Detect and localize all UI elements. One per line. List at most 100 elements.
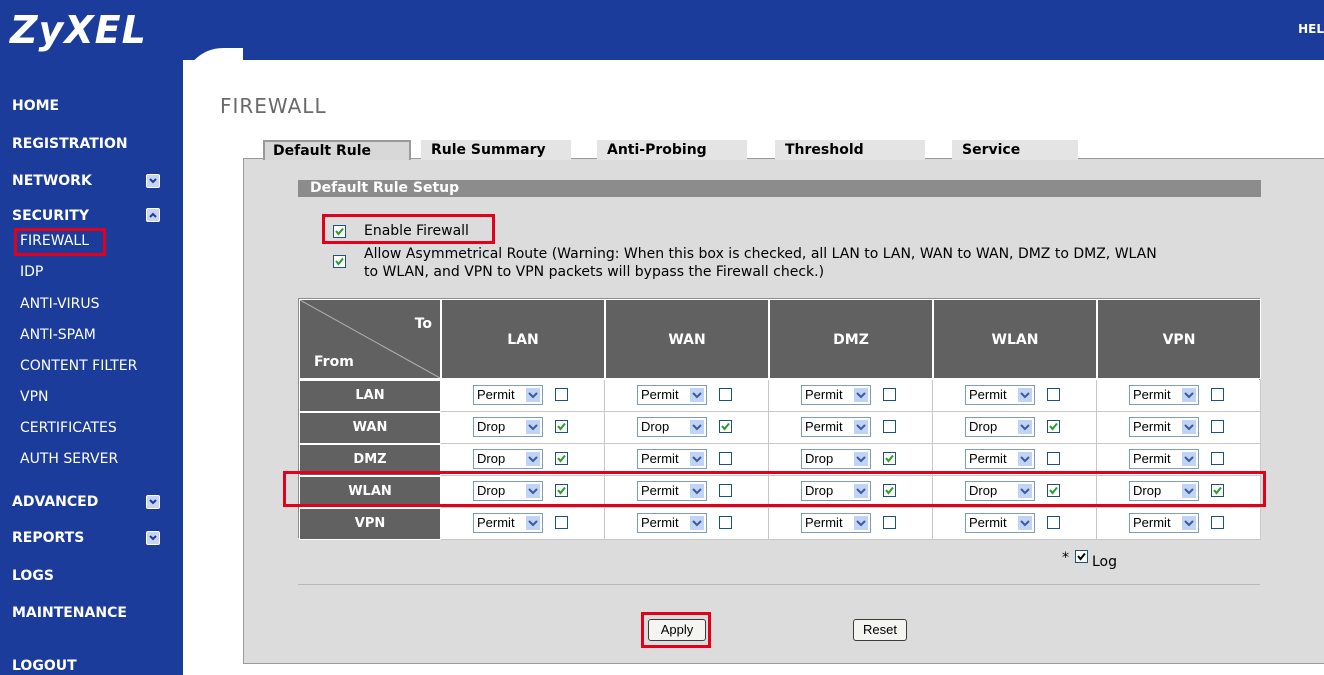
- log-rule-checkbox[interactable]: [719, 452, 732, 465]
- sidebar-item-idp[interactable]: IDP: [20, 264, 43, 280]
- sidebar-item-auth-server[interactable]: AUTH SERVER: [20, 451, 118, 467]
- action-select[interactable]: Permit: [965, 385, 1035, 405]
- action-select[interactable]: Permit: [1129, 513, 1199, 533]
- action-select[interactable]: Permit: [801, 513, 871, 533]
- chevron-down-icon[interactable]: [146, 174, 160, 188]
- log-rule-checkbox[interactable]: [1211, 452, 1224, 465]
- reset-button[interactable]: Reset: [853, 619, 907, 641]
- chevron-down-icon[interactable]: [1017, 419, 1033, 435]
- log-rule-checkbox[interactable]: [719, 388, 732, 401]
- tab-service[interactable]: Service: [952, 140, 1078, 160]
- log-rule-checkbox[interactable]: [555, 388, 568, 401]
- log-rule-checkbox[interactable]: [1211, 388, 1224, 401]
- action-select[interactable]: Permit: [637, 449, 707, 469]
- action-select[interactable]: Permit: [965, 513, 1035, 533]
- tab-rule-summary[interactable]: Rule Summary: [421, 140, 571, 160]
- chevron-down-icon[interactable]: [689, 419, 705, 435]
- action-select[interactable]: Permit: [637, 385, 707, 405]
- tab-anti-probing[interactable]: Anti-Probing: [597, 140, 747, 160]
- chevron-down-icon[interactable]: [525, 515, 541, 531]
- sidebar-item-anti-virus[interactable]: ANTI-VIRUS: [20, 296, 100, 312]
- action-select[interactable]: Drop: [637, 417, 707, 437]
- sidebar-item-certificates[interactable]: CERTIFICATES: [20, 420, 117, 436]
- sidebar-item-logs[interactable]: LOGS: [12, 568, 54, 584]
- log-rule-checkbox[interactable]: [1211, 516, 1224, 529]
- log-rule-checkbox[interactable]: [883, 388, 896, 401]
- chevron-down-icon[interactable]: [853, 387, 869, 403]
- log-checkbox[interactable]: [1075, 550, 1088, 563]
- log-label: Log: [1092, 554, 1118, 570]
- chevron-down-icon[interactable]: [1181, 419, 1197, 435]
- help-link[interactable]: HEL: [1298, 22, 1324, 36]
- chevron-down-icon[interactable]: [525, 387, 541, 403]
- chevron-down-icon[interactable]: [689, 387, 705, 403]
- action-select[interactable]: Permit: [637, 513, 707, 533]
- tab-default-rule[interactable]: Default Rule: [263, 140, 411, 160]
- log-rule-checkbox[interactable]: [555, 420, 568, 433]
- asymmetrical-route-label-line1: Allow Asymmetrical Route (Warning: When …: [364, 246, 1157, 262]
- action-select[interactable]: Permit: [1129, 449, 1199, 469]
- asymmetrical-route-checkbox[interactable]: [333, 255, 346, 268]
- chevron-down-icon[interactable]: [525, 419, 541, 435]
- action-select[interactable]: Permit: [1129, 385, 1199, 405]
- log-rule-checkbox[interactable]: [1047, 388, 1060, 401]
- tab-threshold[interactable]: Threshold: [775, 140, 925, 160]
- sidebar-item-maintenance[interactable]: MAINTENANCE: [12, 605, 127, 621]
- apply-highlight: [641, 612, 711, 648]
- action-select[interactable]: Permit: [801, 385, 871, 405]
- action-select[interactable]: Drop: [473, 417, 543, 437]
- chevron-down-icon[interactable]: [853, 451, 869, 467]
- action-select-value: Permit: [641, 451, 679, 466]
- chevron-down-icon[interactable]: [146, 495, 160, 509]
- chevron-down-icon[interactable]: [1017, 451, 1033, 467]
- chevron-down-icon[interactable]: [1017, 515, 1033, 531]
- chevron-down-icon[interactable]: [1017, 387, 1033, 403]
- action-select-value: Drop: [477, 419, 506, 434]
- wlan-row-highlight: [283, 471, 1266, 507]
- action-select-value: Permit: [477, 515, 515, 530]
- action-select[interactable]: Drop: [965, 417, 1035, 437]
- sidebar-item-content-filter[interactable]: CONTENT FILTER: [20, 358, 137, 374]
- log-rule-checkbox[interactable]: [719, 516, 732, 529]
- sidebar-item-security[interactable]: SECURITY: [12, 208, 89, 224]
- log-rule-checkbox[interactable]: [883, 420, 896, 433]
- log-rule-checkbox[interactable]: [1211, 420, 1224, 433]
- log-rule-checkbox[interactable]: [1047, 420, 1060, 433]
- chevron-down-icon[interactable]: [146, 531, 160, 545]
- action-select[interactable]: Permit: [473, 513, 543, 533]
- log-rule-checkbox[interactable]: [719, 420, 732, 433]
- chevron-down-icon[interactable]: [1181, 515, 1197, 531]
- log-rule-checkbox[interactable]: [1047, 516, 1060, 529]
- action-select-value: Permit: [1133, 419, 1171, 434]
- chevron-up-icon[interactable]: [146, 208, 160, 222]
- chevron-down-icon[interactable]: [853, 515, 869, 531]
- action-select[interactable]: Permit: [965, 449, 1035, 469]
- log-rule-checkbox[interactable]: [883, 516, 896, 529]
- sidebar-item-registration[interactable]: REGISTRATION: [12, 136, 128, 152]
- action-select[interactable]: Permit: [473, 385, 543, 405]
- chevron-down-icon[interactable]: [1181, 451, 1197, 467]
- chevron-down-icon[interactable]: [853, 419, 869, 435]
- chevron-down-icon[interactable]: [689, 515, 705, 531]
- log-rule-checkbox[interactable]: [1047, 452, 1060, 465]
- sidebar-item-anti-spam[interactable]: ANTI-SPAM: [20, 327, 96, 343]
- action-select[interactable]: Drop: [801, 449, 871, 469]
- chevron-down-icon[interactable]: [525, 451, 541, 467]
- action-select[interactable]: Permit: [1129, 417, 1199, 437]
- chevron-down-icon[interactable]: [689, 451, 705, 467]
- log-rule-checkbox[interactable]: [883, 452, 896, 465]
- log-rule-checkbox[interactable]: [555, 516, 568, 529]
- sidebar-item-reports[interactable]: REPORTS: [12, 530, 84, 546]
- sidebar-item-vpn[interactable]: VPN: [20, 389, 49, 405]
- chevron-down-icon[interactable]: [1181, 387, 1197, 403]
- action-select-value: Permit: [969, 515, 1007, 530]
- sidebar-item-logout[interactable]: LOGOUT: [12, 658, 77, 674]
- sidebar-item-advanced[interactable]: ADVANCED: [12, 494, 98, 510]
- action-select[interactable]: Permit: [801, 417, 871, 437]
- sidebar-item-network[interactable]: NETWORK: [12, 173, 92, 189]
- divider: [298, 584, 1260, 585]
- action-select[interactable]: Drop: [473, 449, 543, 469]
- sidebar-item-home[interactable]: HOME: [12, 98, 59, 114]
- log-rule-checkbox[interactable]: [555, 452, 568, 465]
- action-select-value: Permit: [1133, 451, 1171, 466]
